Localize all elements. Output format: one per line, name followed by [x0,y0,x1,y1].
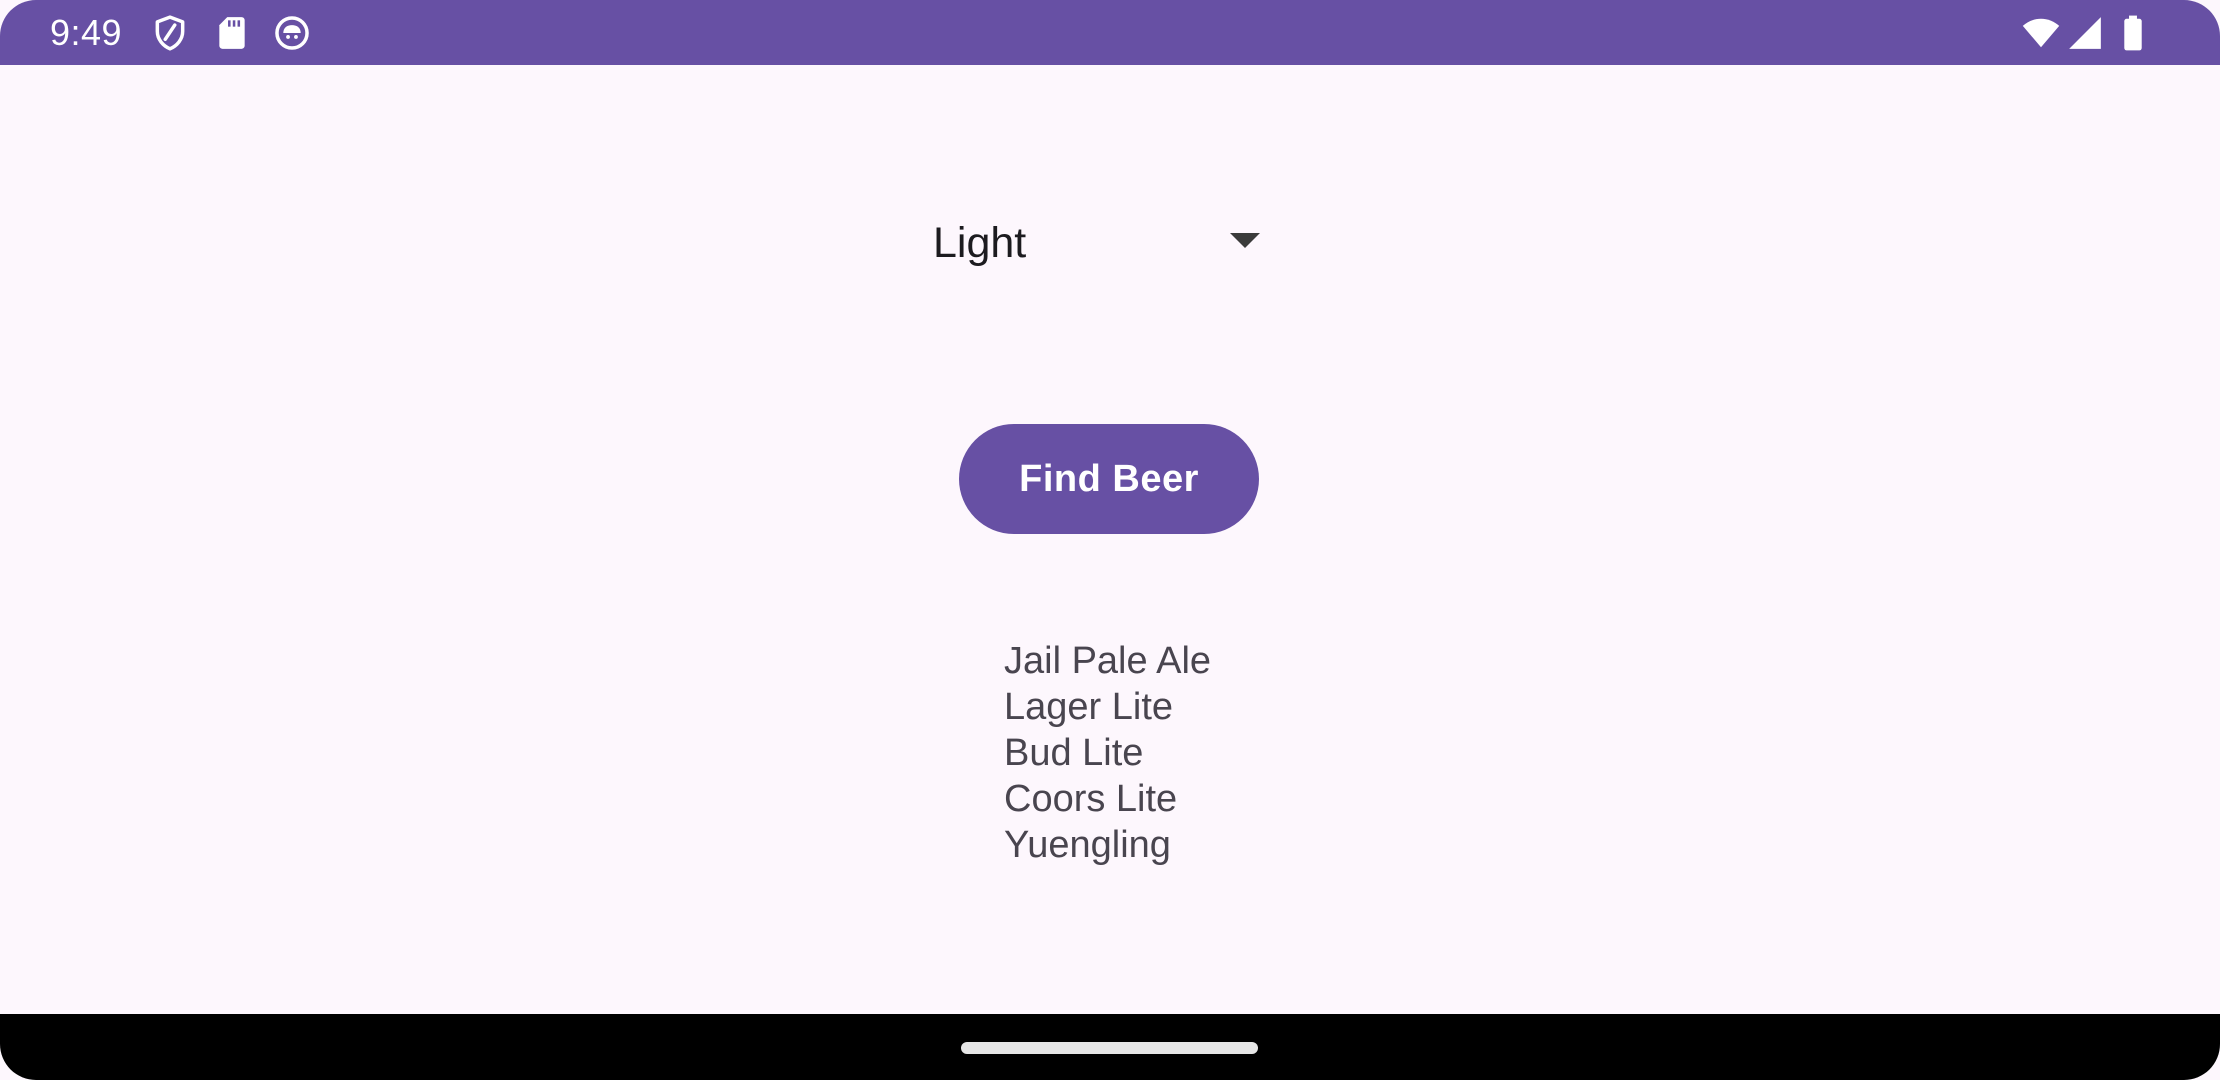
cell-signal-icon [2066,14,2104,52]
sd-card-icon [213,14,251,52]
shield-icon [151,14,189,52]
chevron-down-icon [1228,230,1262,250]
battery-icon [2114,14,2152,52]
app-screen: 9:49 Light Find Beer Jail Pale Ale Lager… [0,0,2220,1080]
list-item: Bud Lite [1004,732,1144,774]
status-bar: 9:49 [0,0,2220,65]
android-face-icon [273,14,311,52]
list-item: Coors Lite [1004,778,1178,820]
navigation-bar [0,1014,2220,1080]
spinner-selected-value: Light [933,219,1027,267]
list-item: Yuengling [1004,824,1171,866]
wifi-icon [2022,14,2060,52]
beer-color-spinner[interactable]: Light [925,200,1265,286]
list-item: Lager Lite [1004,686,1174,728]
status-time: 9:49 [50,12,123,53]
list-item: Jail Pale Ale [1004,640,1212,682]
home-gesture-handle[interactable] [961,1042,1258,1054]
beer-results-list: Jail Pale Ale Lager Lite Bud Lite Coors … [1004,638,1211,868]
find-beer-button[interactable]: Find Beer [959,424,1259,534]
